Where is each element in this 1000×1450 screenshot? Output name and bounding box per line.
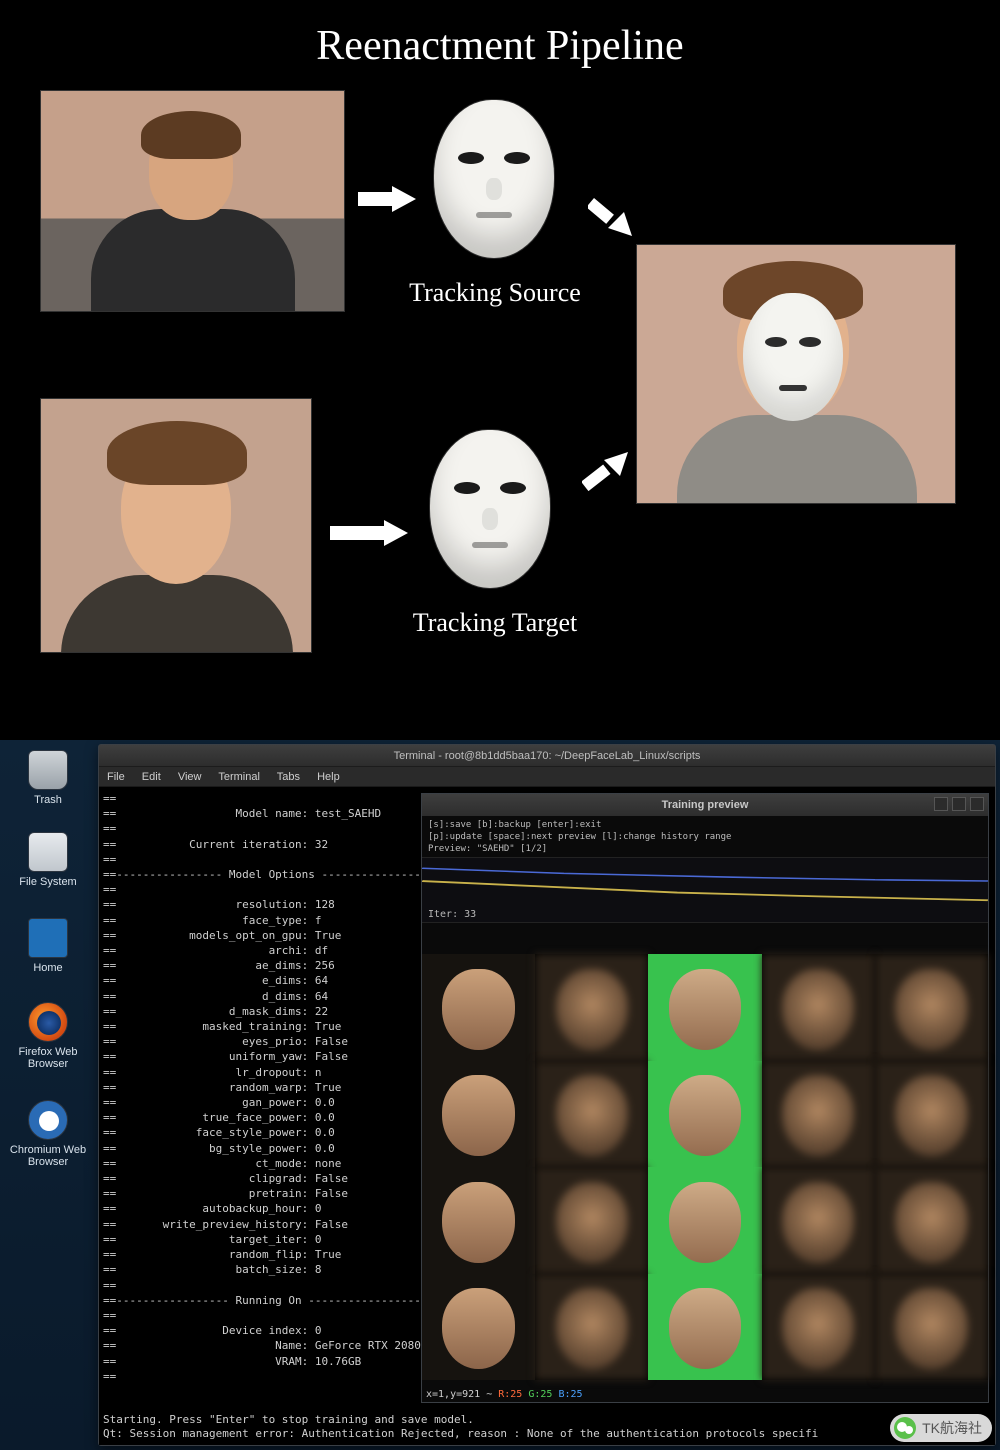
terminal-titlebar: Terminal - root@8b1dd5baa170: ~/DeepFace… [99, 745, 995, 767]
preview-face [875, 1167, 988, 1274]
preview-face [535, 1061, 648, 1168]
training-preview-window[interactable]: Training preview [s]:save [b]:backup [en… [421, 793, 989, 1403]
terminal-output: == == Model name: test_SAEHD == == Curre… [103, 791, 417, 1384]
preview-face [422, 954, 535, 1061]
desktop-trash-icon[interactable]: Trash [8, 750, 88, 806]
preview-face [762, 1167, 875, 1274]
preview-face [875, 1061, 988, 1168]
tracking-target-label: Tracking Target [370, 608, 620, 638]
desktop-filesystem-icon[interactable]: File System [8, 832, 88, 888]
desktop-home-icon[interactable]: Home [8, 918, 88, 974]
preview-face [422, 1167, 535, 1274]
tracking-source-label: Tracking Source [370, 278, 620, 308]
loss-graph: Iter: 33 [422, 857, 988, 923]
preview-face-grid [422, 954, 988, 1380]
preview-titlebar: Training preview [422, 794, 988, 816]
reenactment-diagram: Reenactment Pipeline Input Source Input … [0, 0, 1000, 740]
menu-help[interactable]: Help [317, 771, 340, 783]
terminal-body[interactable]: == == Model name: test_SAEHD == == Curre… [99, 787, 995, 1445]
preview-face [648, 1167, 761, 1274]
preview-face [422, 1274, 535, 1381]
terminal-footer: Starting. Press "Enter" to stop training… [103, 1413, 991, 1441]
preview-status: x=1,y=921 ~ R:25 G:25 B:25 [426, 1389, 583, 1400]
preview-face [648, 1274, 761, 1381]
window-close-icon[interactable] [970, 797, 984, 811]
preview-face [535, 954, 648, 1061]
input-source-photo: Input Source [40, 90, 345, 312]
arrow-icon [358, 186, 416, 212]
preview-face [535, 1167, 648, 1274]
preview-face [875, 954, 988, 1061]
wechat-watermark: TK航海社 [890, 1414, 992, 1442]
icon-label: Trash [8, 794, 88, 806]
diagram-title: Reenactment Pipeline [0, 22, 1000, 70]
menu-terminal[interactable]: Terminal [218, 771, 260, 783]
wechat-name: TK航海社 [922, 1421, 982, 1435]
reenactment-photo: Reenactment [636, 244, 956, 504]
tracking-source-mask [434, 100, 554, 258]
terminal-window[interactable]: Terminal - root@8b1dd5baa170: ~/DeepFace… [98, 744, 996, 1446]
menu-tabs[interactable]: Tabs [277, 771, 300, 783]
arrow-icon [330, 520, 408, 546]
preview-face [875, 1274, 988, 1381]
icon-label: Chromium Web Browser [8, 1144, 88, 1168]
arrow-down-right-icon [588, 192, 642, 246]
terminal-menubar[interactable]: File Edit View Terminal Tabs Help [99, 767, 995, 787]
input-target-photo: Input Target [40, 398, 312, 653]
preview-face [535, 1274, 648, 1381]
icon-label: Firefox Web Browser [8, 1046, 88, 1070]
arrow-up-right-icon [582, 444, 636, 498]
linux-desktop-screenshot: Trash File System Home Firefox Web Brows… [0, 740, 1000, 1450]
preview-face [648, 954, 761, 1061]
preview-hints: [s]:save [b]:backup [enter]:exit [p]:upd… [422, 816, 988, 857]
wechat-icon [894, 1417, 916, 1439]
tracking-target-mask [430, 430, 550, 588]
menu-file[interactable]: File [107, 771, 125, 783]
icon-label: Home [8, 962, 88, 974]
desktop-chromium-icon[interactable]: Chromium Web Browser [8, 1100, 88, 1168]
preview-face [422, 1061, 535, 1168]
window-minimize-icon[interactable] [934, 797, 948, 811]
desktop-firefox-icon[interactable]: Firefox Web Browser [8, 1002, 88, 1070]
preview-face [762, 1274, 875, 1381]
icon-label: File System [8, 876, 88, 888]
menu-view[interactable]: View [178, 771, 202, 783]
preview-face [648, 1061, 761, 1168]
menu-edit[interactable]: Edit [142, 771, 161, 783]
preview-iter: Iter: 33 [428, 909, 476, 920]
window-maximize-icon[interactable] [952, 797, 966, 811]
preview-face [762, 1061, 875, 1168]
preview-face [762, 954, 875, 1061]
